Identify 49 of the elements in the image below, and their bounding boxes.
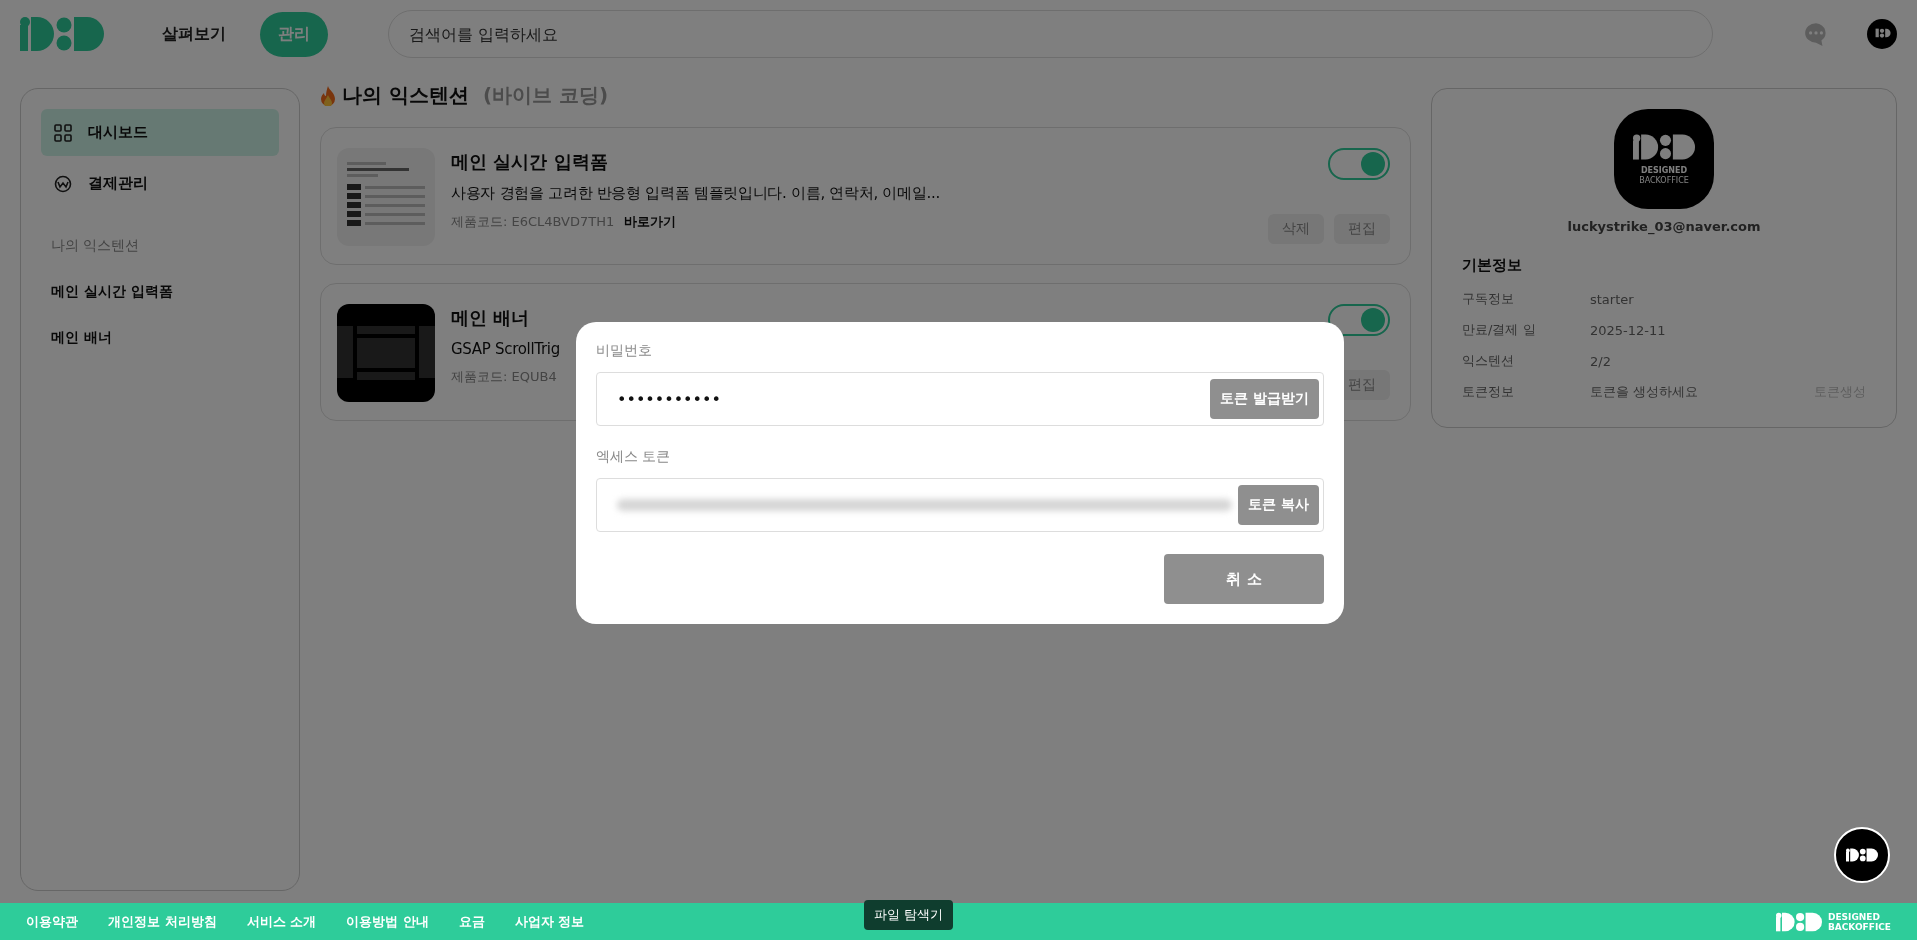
section-title: 기본정보 xyxy=(1462,256,1523,275)
info-value: 토큰을 생성하세요 xyxy=(1590,383,1700,401)
card-title: 메인 배너 xyxy=(451,306,530,330)
field-label: 비밀번호 xyxy=(596,342,653,360)
sidebar-item[interactable]: 대시보드 xyxy=(41,109,279,156)
copy-token-button[interactable]: 토큰 복사 xyxy=(1238,485,1319,525)
flame-icon xyxy=(320,85,336,106)
card-description: GSAP ScrollTrig xyxy=(451,340,560,358)
cancel-button[interactable]: 취 소 xyxy=(1164,554,1324,604)
shortcut-link[interactable]: 바로가기 xyxy=(624,213,677,231)
toggle-switch[interactable] xyxy=(1328,148,1390,180)
search-field[interactable]: 검색어를 입력하세요 xyxy=(388,10,1713,58)
nav-tab[interactable]: 관리 xyxy=(260,11,328,57)
brand-logo: DESIGNED BACKOFFICE xyxy=(1614,109,1714,209)
user-email: luckystrike_03@naver.com xyxy=(1566,219,1762,234)
info-label: 익스텐션 xyxy=(1462,352,1515,370)
footer-link[interactable]: 이용약관 xyxy=(26,912,78,931)
product-code: 제품코드: EQUB4 xyxy=(451,368,557,386)
avatar-icon[interactable] xyxy=(1867,19,1897,49)
sidebar-link[interactable]: 메인 실시간 입력폼 xyxy=(41,269,279,315)
section-title: 나의 익스텐션 xyxy=(50,236,141,255)
footer-link[interactable]: 개인정보 처리방침 xyxy=(108,912,217,931)
info-value: 2/2 xyxy=(1590,353,1612,369)
won-icon xyxy=(54,174,72,193)
card-description: 사용자 경험을 고려한 반응형 입력폼 템플릿입니다. 이름, 연락처, 이메일... xyxy=(451,184,940,203)
token-field[interactable]: 토큰 복사 xyxy=(596,478,1324,532)
info-label: 만료/결제 일 xyxy=(1462,321,1537,339)
footer-link[interactable]: 이용방법 안내 xyxy=(346,912,429,931)
nav-tab[interactable]: 살펴보기 xyxy=(144,11,244,57)
grid-icon xyxy=(54,123,72,142)
sidebar-link[interactable]: 메인 배너 xyxy=(41,315,279,361)
footer-link[interactable]: 서비스 소개 xyxy=(246,912,317,931)
tooltip: 파일 탐색기 xyxy=(864,900,954,930)
footer-link[interactable]: 요금 xyxy=(458,912,485,931)
issue-token-button[interactable]: 토큰 발급받기 xyxy=(1210,379,1319,419)
sidebar-item[interactable]: 결제관리 xyxy=(41,160,279,207)
footer-link[interactable]: 사업자 정보 xyxy=(514,912,585,931)
product-code: 제품코드: E6CL4BVD7TH1 xyxy=(451,213,615,231)
password-field[interactable]: ••••••••••• 토큰 발급받기 xyxy=(596,372,1324,426)
logo-icon xyxy=(1846,848,1878,862)
field-label: 엑세스 토큰 xyxy=(596,448,672,466)
card-title: 메인 실시간 입력폼 xyxy=(451,150,608,174)
footer-logo: DESIGNED BACKOFFICE xyxy=(1775,911,1891,932)
info-value: 2025-12-11 xyxy=(1590,322,1667,338)
floating-logo-button[interactable] xyxy=(1834,827,1890,883)
page-title: 나의 익스텐션 xyxy=(342,82,469,109)
info-label: 구독정보 xyxy=(1462,290,1515,308)
info-label: 토큰정보 xyxy=(1462,383,1515,401)
info-value: starter xyxy=(1590,291,1635,307)
